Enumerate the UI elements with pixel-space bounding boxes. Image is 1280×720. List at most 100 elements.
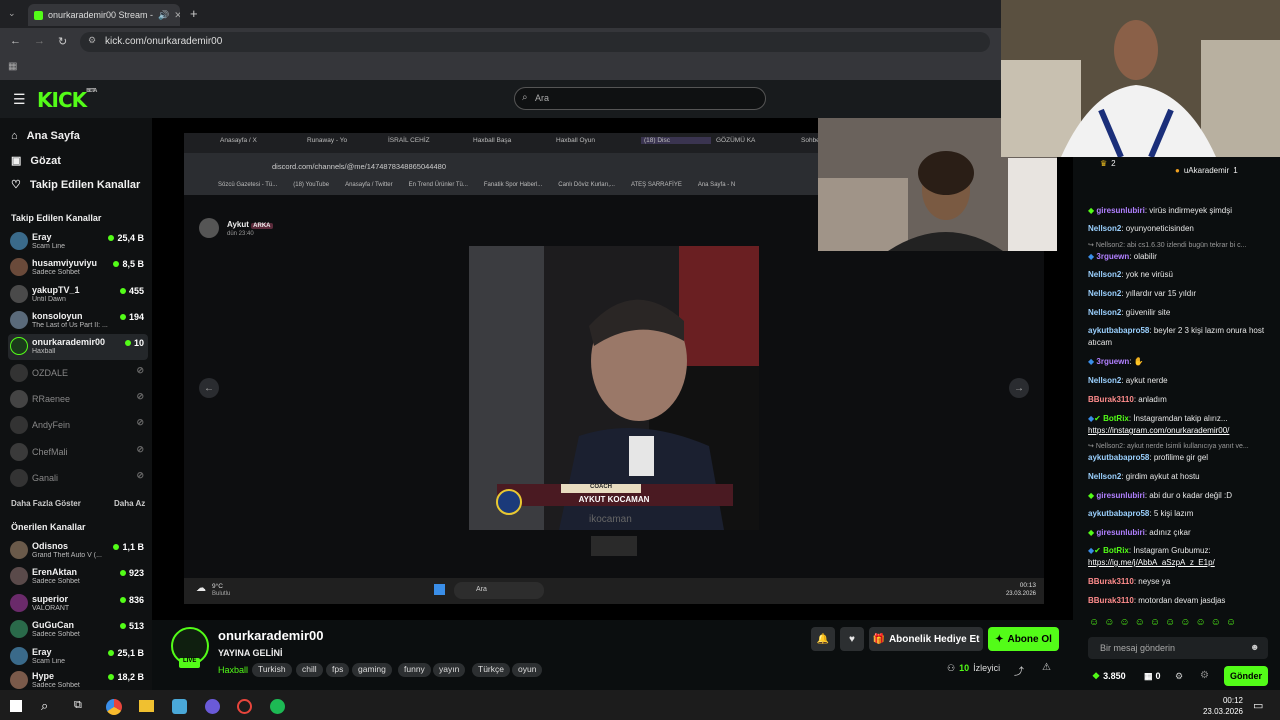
recommended-channel[interactable]: superior VALORANT 836 — [8, 591, 148, 617]
chat-username[interactable]: aykutbabapro58 — [1088, 453, 1149, 462]
hamburger-menu-icon[interactable]: ☰ — [13, 91, 26, 108]
followed-channel-selected[interactable]: onurkarademir00 Haxball 10 — [8, 334, 148, 360]
viewer-count-text: 923 — [128, 568, 144, 578]
back-icon[interactable]: ← — [10, 35, 21, 47]
browser-tab[interactable]: onurkarademir00 Stream - 🔊 ✕ — [28, 4, 180, 26]
report-icon[interactable]: ⚠ — [1042, 662, 1051, 673]
site-info-icon[interactable]: ⚙ — [88, 35, 96, 46]
chat-settings-icon[interactable]: ⚙ — [1175, 671, 1183, 682]
emoji-picker-icon[interactable]: ☻ — [1250, 642, 1259, 652]
reload-icon[interactable]: ↻ — [58, 35, 67, 48]
tag[interactable]: Türkçe — [472, 663, 510, 677]
show-less-link[interactable]: Daha Az — [114, 499, 145, 508]
tag[interactable]: funny — [398, 663, 431, 677]
followed-channel-offline[interactable]: Ganali ⊘ — [8, 466, 148, 492]
nav-browse[interactable]: ▣ Gözat — [11, 154, 61, 168]
recommended-channel[interactable]: ErenAktan Sadece Sohbet 923 — [8, 564, 148, 590]
chat-username[interactable]: giresunlubiri — [1096, 528, 1144, 537]
spotify-icon[interactable] — [270, 699, 285, 714]
chat-username[interactable]: BBurak3110 — [1088, 596, 1134, 605]
followed-channel[interactable]: konsoloyun The Last of Us Part II: ... 194 — [8, 308, 148, 334]
avatar — [10, 232, 28, 250]
tab-close-icon[interactable]: ✕ — [174, 10, 180, 21]
chat-link[interactable]: https://ig.me/j/AbbA_aSzpA_z_E1p/ — [1088, 558, 1215, 567]
chat-input[interactable]: Bir mesaj gönderin ☻ — [1088, 637, 1268, 659]
chat-text: girdim aykut at hostu — [1125, 472, 1200, 481]
tag[interactable]: Turkish — [252, 663, 292, 677]
url-input[interactable]: ⚙ kick.com/onurkarademir00 — [80, 32, 990, 52]
search-input[interactable]: ⌕ Ara — [514, 87, 766, 110]
chat-username[interactable]: BBurak3110 — [1088, 395, 1134, 404]
recommended-channel[interactable]: Eray Scam Line 25,1 B — [8, 644, 148, 670]
search-icon[interactable]: ⌕ — [41, 698, 48, 714]
followed-channel[interactable]: husamviyuviyu Sadece Sohbet 8,5 B — [8, 255, 148, 281]
other-counter[interactable]: ▦ 0 — [1144, 671, 1161, 682]
chat-link[interactable]: https://instagram.com/onurkarademir00/ — [1088, 426, 1229, 435]
forward-icon[interactable]: → — [34, 35, 45, 47]
follow-heart-button[interactable]: ♥ — [840, 627, 864, 651]
task-view-icon[interactable]: ⧉ — [74, 699, 82, 712]
chat-username[interactable]: BotRix — [1103, 414, 1129, 423]
chat-username[interactable]: BBurak3110 — [1088, 577, 1134, 586]
chat-username[interactable]: 3rguewn — [1096, 357, 1129, 366]
chat-message: ◆ giresunlubiri: virüs indirmeyek şimdşi — [1088, 206, 1232, 215]
tag[interactable]: yayın — [433, 663, 466, 677]
app-icon[interactable] — [205, 699, 220, 714]
search-icon: ⌕ — [522, 92, 528, 103]
chat-username[interactable]: Nellson2 — [1088, 308, 1121, 317]
windows-start-icon[interactable] — [10, 700, 22, 712]
category-link[interactable]: Haxball — [218, 665, 248, 675]
stream-bookmark: Anasayfa / Twitter — [345, 182, 393, 188]
followed-channel[interactable]: yakupTV_1 Until Dawn 455 — [8, 282, 148, 308]
chat-username[interactable]: giresunlubiri — [1096, 206, 1144, 215]
app-icon[interactable] — [237, 699, 252, 714]
chat-message: ◆ 3rguewn: ✋ — [1088, 357, 1144, 366]
chat-username[interactable]: aykutbabapro58 — [1088, 509, 1149, 518]
share-icon[interactable]: ⤴ — [1014, 663, 1024, 678]
nav-following[interactable]: ♡ Takip Edilen Kanallar — [11, 178, 140, 192]
tag[interactable]: fps — [326, 663, 350, 677]
subscribe-button[interactable]: ✦ Abone Ol — [988, 627, 1059, 651]
chat-username[interactable]: giresunlubiri — [1096, 491, 1144, 500]
notifications-icon[interactable]: ▭ — [1253, 699, 1263, 712]
apps-grid-icon[interactable]: ▦ — [8, 61, 17, 72]
show-more-link[interactable]: Daha Fazla Göster — [11, 499, 81, 508]
chat-mod-icon[interactable]: ⚙ — [1200, 670, 1209, 681]
channel-points[interactable]: ❖ 3.850 — [1092, 671, 1126, 682]
recommended-channel[interactable]: Odisnos Grand Theft Auto V (... 1,1 B — [8, 538, 148, 564]
notification-bell-button[interactable]: 🔔 — [811, 627, 835, 651]
chat-username[interactable]: Nellson2 — [1088, 376, 1121, 385]
followed-channel-offline[interactable]: ChefMali ⊘ — [8, 440, 148, 466]
chat-username[interactable]: Nellson2 — [1088, 289, 1121, 298]
recommended-channel[interactable]: GuGuCan Sadece Sohbet 513 — [8, 617, 148, 643]
followed-channel[interactable]: Eray Scam Line 25,4 B — [8, 229, 148, 255]
file-explorer-icon[interactable] — [139, 700, 154, 712]
chat-username[interactable]: BotRix — [1103, 546, 1129, 555]
kick-logo[interactable]: KICKBETA — [37, 88, 97, 112]
chat-username[interactable]: Nellson2 — [1088, 224, 1121, 233]
app-icon[interactable] — [172, 699, 187, 714]
emote-row[interactable]: ☺☺☺☺☺☺☺☺☺☺ — [1089, 617, 1241, 628]
tag[interactable]: chill — [296, 663, 323, 677]
tag[interactable]: gaming — [352, 663, 392, 677]
discord-user: Aykut ARKA — [227, 220, 273, 229]
chat-username[interactable]: Nellson2 — [1088, 472, 1121, 481]
chrome-icon[interactable] — [106, 699, 122, 715]
tab-list-icon[interactable]: ⌄ — [8, 8, 16, 19]
chat-username[interactable]: 3rguewn — [1096, 252, 1129, 261]
send-button[interactable]: Gönder — [1224, 666, 1268, 686]
nav-home[interactable]: ⌂ Ana Sayfa — [11, 130, 80, 142]
tag[interactable]: oyun — [512, 663, 543, 677]
followed-channel-offline[interactable]: RRaenee ⊘ — [8, 387, 148, 413]
followed-channel-offline[interactable]: OZDALE ⊘ — [8, 361, 148, 387]
audio-icon[interactable]: 🔊 — [158, 10, 169, 21]
gift-subscription-button[interactable]: 🎁 Abonelik Hediye Et — [869, 627, 983, 651]
new-tab-icon[interactable]: + — [190, 6, 198, 21]
channel-name-heading[interactable]: onurkarademir00 — [218, 628, 324, 643]
channel-category: Grand Theft Auto V (... — [32, 552, 102, 559]
chat-username[interactable]: aykutbabapro58 — [1088, 326, 1149, 335]
followed-channel-offline[interactable]: AndyFein ⊘ — [8, 413, 148, 439]
channel-name: Ganali — [32, 473, 59, 483]
stream-tab: Haxball Oyun — [556, 137, 596, 144]
chat-username[interactable]: Nellson2 — [1088, 270, 1121, 279]
